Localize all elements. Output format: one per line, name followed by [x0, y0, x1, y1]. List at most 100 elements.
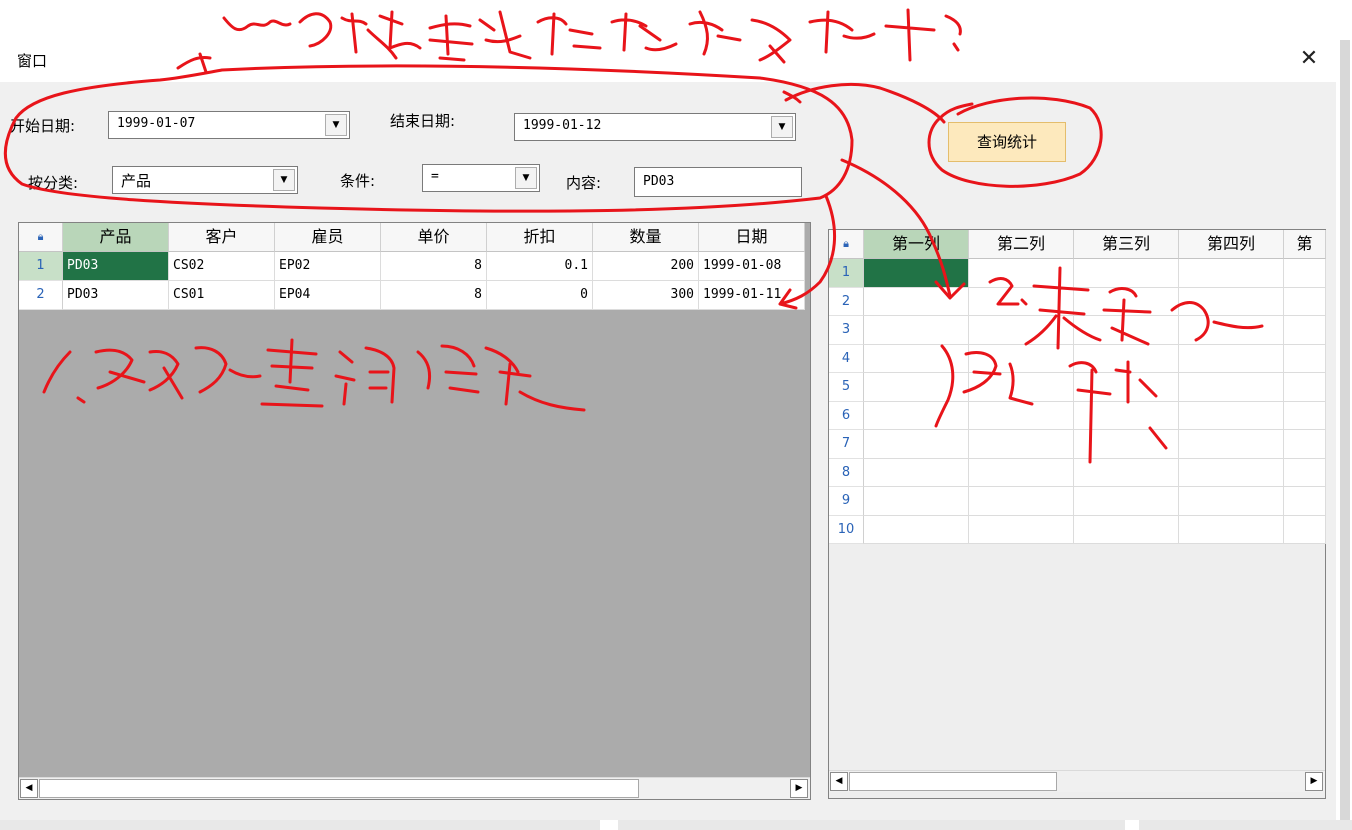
table-cell[interactable] [1179, 373, 1284, 402]
table-cell[interactable] [864, 401, 969, 430]
table-cell[interactable]: PD03 [63, 281, 169, 310]
table-cell[interactable]: 0 [487, 281, 593, 310]
table-cell[interactable] [864, 287, 969, 316]
chevron-down-icon[interactable]: ▼ [515, 167, 537, 189]
result-grid-hscrollbar[interactable]: ◀ ▶ [19, 777, 810, 799]
column-header[interactable]: 第一列 [864, 230, 969, 259]
table-cell[interactable] [1074, 259, 1179, 288]
table-cell[interactable]: CS02 [169, 252, 275, 281]
row-number[interactable]: 3 [829, 316, 864, 345]
table-cell[interactable]: EP04 [275, 281, 381, 310]
row-number[interactable]: 6 [829, 401, 864, 430]
column-header[interactable]: 第 [1284, 230, 1326, 259]
table-cell[interactable] [1179, 259, 1284, 288]
table-cell[interactable] [969, 401, 1074, 430]
table-cell[interactable] [969, 259, 1074, 288]
category-select[interactable]: 产品 ▼ [112, 166, 298, 194]
table-cell[interactable] [864, 259, 969, 288]
content-input[interactable]: PD03 [634, 167, 802, 197]
stats-grid[interactable]: 🔒︎ 第一列 第二列 第三列 第四列第 1 2 3 4 5 6 7 8 9 10 ◀ ▶ [828, 229, 1326, 799]
table-cell[interactable] [1179, 401, 1284, 430]
table-cell[interactable] [1284, 401, 1326, 430]
table-cell[interactable] [864, 515, 969, 544]
row-number[interactable]: 10 [829, 515, 864, 544]
table-cell[interactable] [969, 430, 1074, 459]
table-cell[interactable] [1074, 515, 1179, 544]
column-header[interactable]: 第二列 [969, 230, 1074, 259]
row-number[interactable]: 1 [829, 259, 864, 288]
table-cell[interactable]: CS01 [169, 281, 275, 310]
scroll-left-icon[interactable]: ◀ [20, 779, 38, 798]
table-cell[interactable] [969, 373, 1074, 402]
column-header[interactable]: 单价 [381, 223, 487, 252]
table-cell[interactable] [969, 287, 1074, 316]
chevron-down-icon[interactable]: ▼ [273, 169, 295, 191]
table-cell[interactable] [969, 458, 1074, 487]
table-cell[interactable] [864, 344, 969, 373]
chevron-down-icon[interactable]: ▼ [325, 114, 347, 136]
table-cell[interactable] [1074, 401, 1179, 430]
table-cell[interactable] [1284, 515, 1326, 544]
table-cell[interactable] [1284, 487, 1326, 516]
table-cell[interactable] [864, 373, 969, 402]
table-cell[interactable]: 1999-01-08 [699, 252, 805, 281]
table-cell[interactable]: PD03 [63, 252, 169, 281]
table-cell[interactable] [1284, 458, 1326, 487]
table-cell[interactable] [1179, 344, 1284, 373]
row-number[interactable]: 8 [829, 458, 864, 487]
column-header[interactable]: 第三列 [1074, 230, 1179, 259]
table-cell[interactable] [1074, 487, 1179, 516]
table-cell[interactable]: 8 [381, 281, 487, 310]
column-header[interactable]: 第四列 [1179, 230, 1284, 259]
query-stats-button[interactable]: 查询统计 [948, 122, 1066, 162]
table-cell[interactable] [969, 344, 1074, 373]
table-cell[interactable] [1074, 344, 1179, 373]
table-cell[interactable] [1284, 373, 1326, 402]
table-cell[interactable] [864, 316, 969, 345]
result-grid[interactable]: 🔒︎ 产品 客户 雇员 单价 折扣 数量 日期 1 PD03 CS02 EP02 8 0.1 200 19… [18, 222, 811, 800]
scroll-thumb[interactable] [849, 772, 1057, 791]
table-cell[interactable]: 1999-01-11 [699, 281, 805, 310]
table-cell[interactable]: 0.1 [487, 252, 593, 281]
table-cell[interactable] [1179, 487, 1284, 516]
condition-select[interactable]: = ▼ [422, 164, 540, 192]
table-cell[interactable] [1074, 316, 1179, 345]
table-cell[interactable]: 8 [381, 252, 487, 281]
table-cell[interactable] [864, 487, 969, 516]
table-cell[interactable] [969, 515, 1074, 544]
column-header[interactable]: 产品 [63, 223, 169, 252]
chevron-down-icon[interactable]: ▼ [771, 116, 793, 138]
table-cell[interactable] [1179, 316, 1284, 345]
table-cell[interactable] [1179, 458, 1284, 487]
row-number[interactable]: 2 [829, 287, 864, 316]
table-cell[interactable] [1284, 316, 1326, 345]
scroll-right-icon[interactable]: ▶ [790, 779, 808, 798]
table-cell[interactable] [1284, 430, 1326, 459]
table-cell[interactable]: 300 [593, 281, 699, 310]
table-cell[interactable] [969, 316, 1074, 345]
scroll-thumb[interactable] [39, 779, 639, 798]
close-icon[interactable]: ✕ [1296, 46, 1322, 72]
table-cell[interactable] [1074, 430, 1179, 459]
row-number[interactable]: 7 [829, 430, 864, 459]
table-cell[interactable] [1284, 259, 1326, 288]
table-cell[interactable]: EP02 [275, 252, 381, 281]
table-cell[interactable] [1074, 287, 1179, 316]
scroll-left-icon[interactable]: ◀ [830, 772, 848, 791]
table-cell[interactable] [1179, 515, 1284, 544]
column-header[interactable]: 数量 [593, 223, 699, 252]
table-cell[interactable] [1179, 430, 1284, 459]
start-date-picker[interactable]: 1999-01-07 ▼ [108, 111, 350, 139]
stats-grid-hscrollbar[interactable]: ◀ ▶ [829, 770, 1325, 792]
table-cell[interactable] [1074, 373, 1179, 402]
end-date-picker[interactable]: 1999-01-12 ▼ [514, 113, 796, 141]
row-number[interactable]: 9 [829, 487, 864, 516]
table-cell[interactable] [1074, 458, 1179, 487]
table-cell[interactable] [1284, 287, 1326, 316]
row-number[interactable]: 1 [19, 252, 63, 281]
row-number[interactable]: 5 [829, 373, 864, 402]
table-cell[interactable] [1284, 344, 1326, 373]
table-cell[interactable] [969, 487, 1074, 516]
column-header[interactable]: 雇员 [275, 223, 381, 252]
column-header[interactable]: 日期 [699, 223, 805, 252]
